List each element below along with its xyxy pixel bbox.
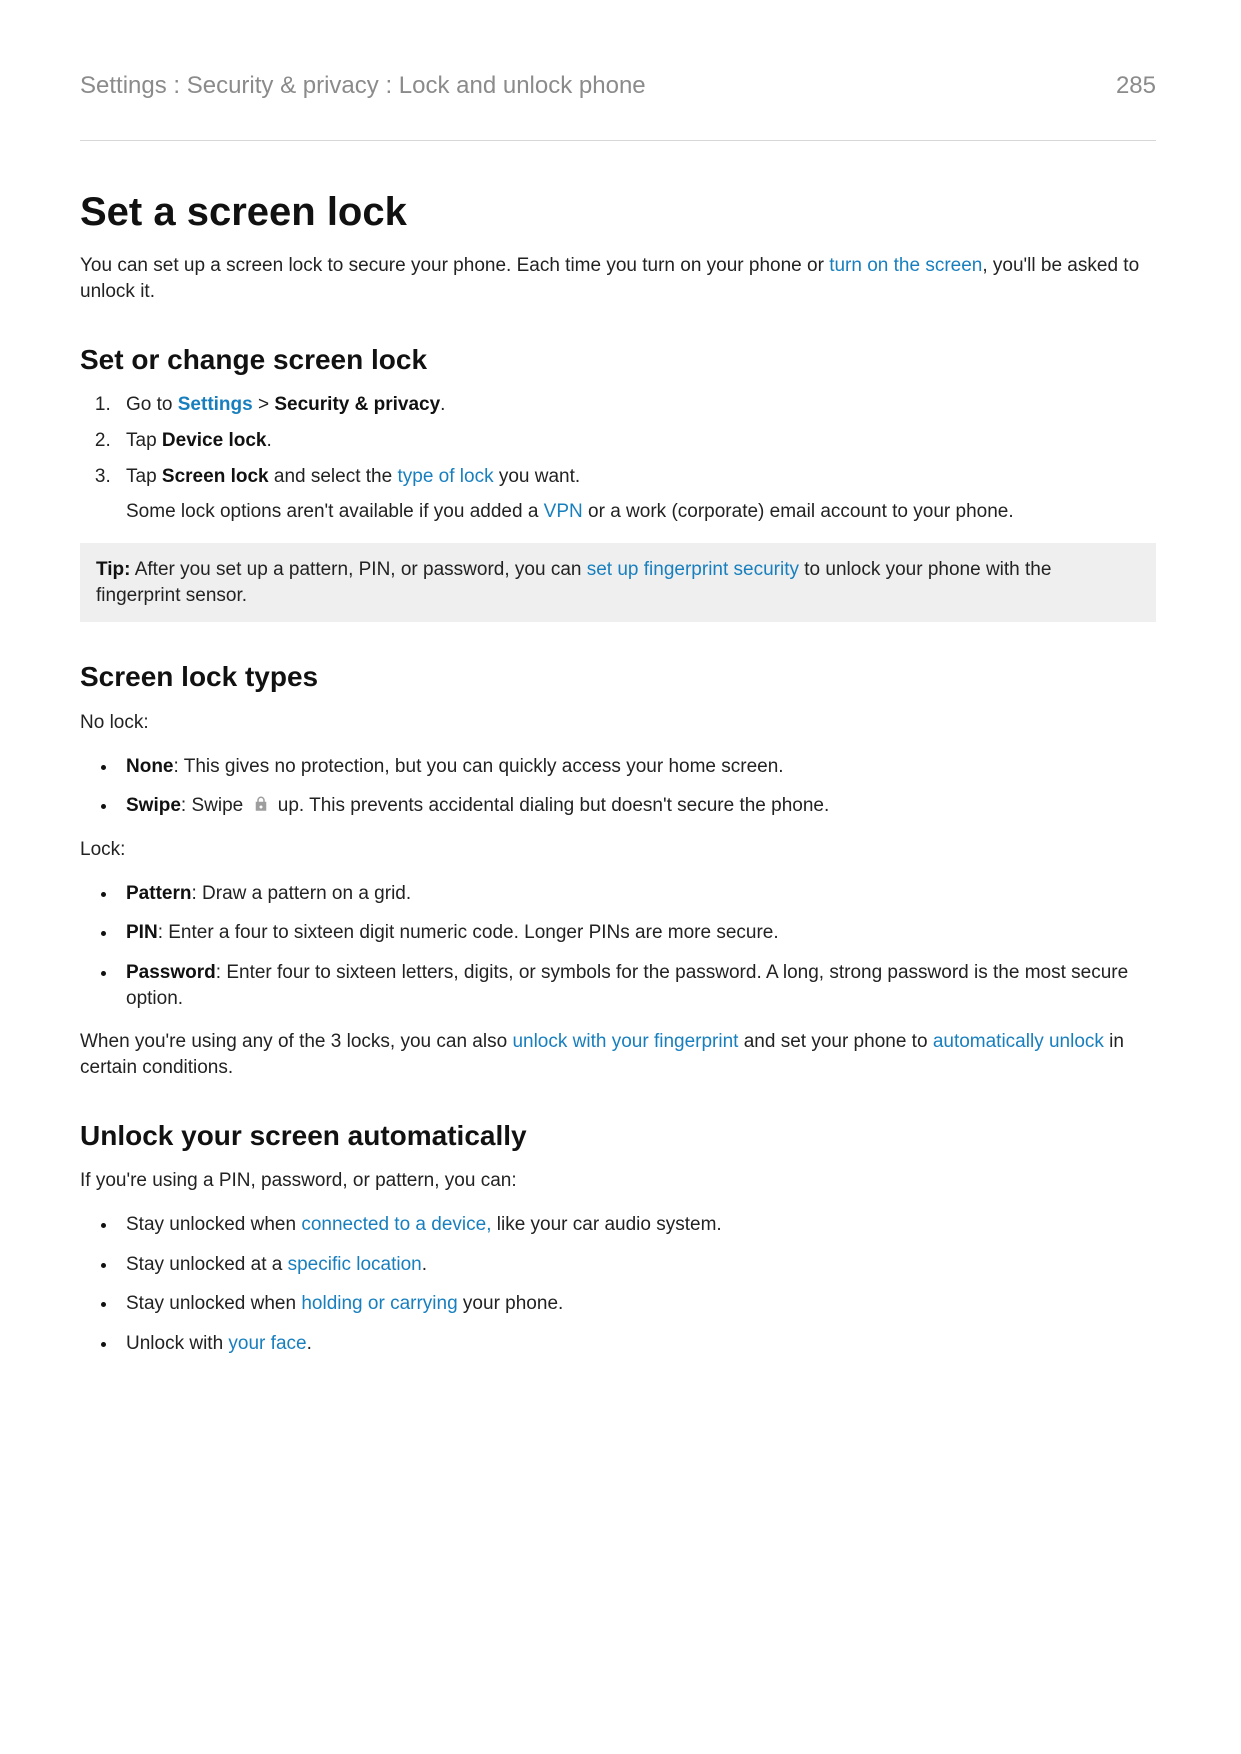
auto-2-post: . bbox=[422, 1254, 427, 1275]
item-password: Password: Enter four to sixteen letters,… bbox=[118, 960, 1156, 1011]
step-2-pre: Tap bbox=[126, 430, 162, 451]
auto-4-post: . bbox=[307, 1333, 312, 1354]
auto-item-3: Stay unlocked when holding or carrying y… bbox=[118, 1291, 1156, 1317]
types-closing: When you're using any of the 3 locks, yo… bbox=[80, 1029, 1156, 1080]
link-your-face[interactable]: your face bbox=[228, 1333, 306, 1354]
breadcrumb: Settings : Security & privacy : Lock and… bbox=[80, 70, 646, 102]
pin-rest: : Enter a four to sixteen digit numeric … bbox=[158, 922, 779, 943]
item-none: None: This gives no protection, but you … bbox=[118, 754, 1156, 780]
bold-password: Password bbox=[126, 962, 216, 983]
auto-item-2: Stay unlocked at a specific location. bbox=[118, 1252, 1156, 1278]
bold-screen-lock: Screen lock bbox=[162, 466, 269, 487]
link-auto-unlock[interactable]: automatically unlock bbox=[933, 1031, 1104, 1052]
auto-item-1: Stay unlocked when connected to a device… bbox=[118, 1212, 1156, 1238]
page-title: Set a screen lock bbox=[80, 185, 1156, 239]
heading-screen-lock-types: Screen lock types bbox=[80, 658, 1156, 696]
step-3-post: you want. bbox=[494, 466, 581, 487]
step-3-note: Some lock options aren't available if yo… bbox=[126, 499, 1156, 525]
link-connected-device[interactable]: connected to a device, bbox=[301, 1214, 491, 1235]
pattern-rest: : Draw a pattern on a grid. bbox=[191, 883, 411, 904]
swipe-pre: : Swipe bbox=[181, 795, 249, 816]
lock-label: Lock: bbox=[80, 837, 1156, 863]
tip-label: Tip: bbox=[96, 559, 130, 580]
item-pin: PIN: Enter a four to sixteen digit numer… bbox=[118, 920, 1156, 946]
bold-pattern: Pattern bbox=[126, 883, 191, 904]
bold-swipe: Swipe bbox=[126, 795, 181, 816]
auto-list: Stay unlocked when connected to a device… bbox=[80, 1212, 1156, 1357]
step-1-post: . bbox=[440, 394, 445, 415]
tip-pre: After you set up a pattern, PIN, or pass… bbox=[130, 559, 586, 580]
page-header: Settings : Security & privacy : Lock and… bbox=[80, 70, 1156, 141]
password-rest: : Enter four to sixteen letters, digits,… bbox=[126, 962, 1128, 1009]
link-type-of-lock[interactable]: type of lock bbox=[397, 466, 493, 487]
document-page: Settings : Security & privacy : Lock and… bbox=[0, 0, 1241, 1754]
bold-device-lock: Device lock bbox=[162, 430, 267, 451]
item-pattern: Pattern: Draw a pattern on a grid. bbox=[118, 881, 1156, 907]
lock-icon bbox=[252, 795, 270, 813]
step-2: Tap Device lock. bbox=[116, 428, 1156, 454]
tip-box: Tip: After you set up a pattern, PIN, or… bbox=[80, 543, 1156, 622]
auto-4-pre: Unlock with bbox=[126, 1333, 228, 1354]
link-specific-location[interactable]: specific location bbox=[288, 1254, 422, 1275]
link-setup-fingerprint[interactable]: set up fingerprint security bbox=[587, 559, 799, 580]
link-vpn[interactable]: VPN bbox=[544, 501, 583, 522]
link-holding-carrying[interactable]: holding or carrying bbox=[301, 1293, 457, 1314]
link-settings[interactable]: Settings bbox=[178, 394, 253, 415]
step-2-post: . bbox=[267, 430, 272, 451]
auto-2-pre: Stay unlocked at a bbox=[126, 1254, 288, 1275]
step-1: Go to Settings > Security & privacy. bbox=[116, 392, 1156, 418]
auto-lead: If you're using a PIN, password, or patt… bbox=[80, 1168, 1156, 1194]
link-turn-on-screen[interactable]: turn on the screen bbox=[829, 255, 982, 276]
step-3-note-pre: Some lock options aren't available if yo… bbox=[126, 501, 544, 522]
intro-paragraph: You can set up a screen lock to secure y… bbox=[80, 253, 1156, 304]
bold-none: None bbox=[126, 756, 174, 777]
heading-set-or-change: Set or change screen lock bbox=[80, 341, 1156, 379]
auto-item-4: Unlock with your face. bbox=[118, 1331, 1156, 1357]
swipe-post: up. This prevents accidental dialing but… bbox=[273, 795, 830, 816]
lock-list: Pattern: Draw a pattern on a grid. PIN: … bbox=[80, 881, 1156, 1012]
step-3: Tap Screen lock and select the type of l… bbox=[116, 464, 1156, 525]
heading-unlock-auto: Unlock your screen automatically bbox=[80, 1117, 1156, 1155]
none-rest: : This gives no protection, but you can … bbox=[174, 756, 784, 777]
closing-mid: and set your phone to bbox=[738, 1031, 932, 1052]
auto-1-pre: Stay unlocked when bbox=[126, 1214, 301, 1235]
step-3-note-post: or a work (corporate) email account to y… bbox=[583, 501, 1014, 522]
step-1-pre: Go to bbox=[126, 394, 178, 415]
no-lock-list: None: This gives no protection, but you … bbox=[80, 754, 1156, 819]
bold-security-privacy: Security & privacy bbox=[274, 394, 440, 415]
bold-pin: PIN bbox=[126, 922, 158, 943]
link-unlock-fingerprint[interactable]: unlock with your fingerprint bbox=[512, 1031, 738, 1052]
step-1-mid: > bbox=[253, 394, 275, 415]
auto-3-post: your phone. bbox=[458, 1293, 564, 1314]
item-swipe: Swipe: Swipe up. This prevents accidenta… bbox=[118, 793, 1156, 819]
auto-1-post: like your car audio system. bbox=[491, 1214, 721, 1235]
auto-3-pre: Stay unlocked when bbox=[126, 1293, 301, 1314]
step-3-pre: Tap bbox=[126, 466, 162, 487]
closing-pre: When you're using any of the 3 locks, yo… bbox=[80, 1031, 512, 1052]
set-change-steps: Go to Settings > Security & privacy. Tap… bbox=[80, 392, 1156, 525]
no-lock-label: No lock: bbox=[80, 710, 1156, 736]
step-3-mid: and select the bbox=[269, 466, 398, 487]
intro-text-1: You can set up a screen lock to secure y… bbox=[80, 255, 829, 276]
page-number: 285 bbox=[1116, 70, 1156, 102]
